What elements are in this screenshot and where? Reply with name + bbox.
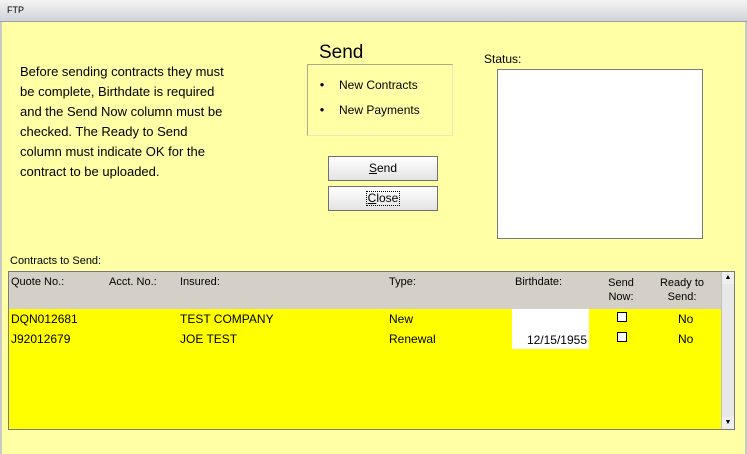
close-button[interactable]: Close bbox=[328, 186, 438, 211]
scroll-up-icon[interactable]: ▲ bbox=[722, 272, 734, 284]
cell-birthdate[interactable]: 12/15/1955 bbox=[512, 329, 589, 349]
window-border-left bbox=[0, 22, 2, 454]
close-button-label: lose bbox=[376, 191, 399, 205]
instructions-line: checked. The Ready to Send bbox=[20, 124, 188, 139]
column-header-insured[interactable]: Insured: bbox=[180, 276, 220, 288]
header-line: Ready to bbox=[659, 277, 705, 289]
header-line: Now: bbox=[608, 291, 634, 303]
column-header-ready[interactable]: Ready to Send: bbox=[653, 276, 711, 304]
radio-label: New Contracts bbox=[339, 78, 418, 92]
cell-insured[interactable]: JOE TEST bbox=[180, 332, 237, 346]
cell-ready: No bbox=[678, 332, 694, 346]
instructions-line: Before sending contracts they must bbox=[20, 64, 224, 79]
column-header-send-now[interactable]: Send Now: bbox=[601, 276, 641, 304]
instructions-text: Before sending contracts they must be co… bbox=[20, 62, 270, 182]
cell-quote[interactable]: DQN012681 bbox=[11, 312, 78, 326]
scroll-down-icon[interactable]: ▼ bbox=[722, 417, 734, 429]
instructions-line: contract to be uploaded. bbox=[20, 164, 160, 179]
instructions-line: column must indicate OK for the bbox=[20, 144, 205, 159]
radio-label: New Payments bbox=[339, 103, 420, 117]
birthdate-value: 12/15/1955 bbox=[526, 333, 587, 347]
send-groupbox bbox=[307, 64, 453, 136]
radio-new-contracts[interactable]: ● New Contracts bbox=[318, 78, 418, 92]
cell-type[interactable]: Renewal bbox=[389, 332, 436, 346]
send-button-label: end bbox=[376, 161, 398, 175]
table-row[interactable]: DQN012681 TEST COMPANY New No bbox=[9, 309, 722, 329]
vertical-scrollbar[interactable]: ▲ ▼ bbox=[721, 272, 734, 429]
grid-header: Quote No.: Acct. No.: Insured: Type: Bir… bbox=[9, 272, 722, 309]
cell-insured[interactable]: TEST COMPANY bbox=[180, 312, 274, 326]
column-header-acct[interactable]: Acct. No.: bbox=[109, 276, 157, 288]
send-now-checkbox[interactable] bbox=[617, 312, 627, 322]
cell-type[interactable]: New bbox=[389, 312, 413, 326]
instructions-line: be complete, Birthdate is required bbox=[20, 84, 215, 99]
table-row[interactable]: J92012679 JOE TEST Renewal 12/15/1955 No bbox=[9, 329, 722, 349]
header-line: Send bbox=[608, 277, 634, 289]
radio-new-payments[interactable]: ● New Payments bbox=[318, 103, 420, 117]
column-header-quote[interactable]: Quote No.: bbox=[11, 276, 64, 288]
window-title: FTP bbox=[7, 5, 24, 15]
radio-selected-icon: ● bbox=[319, 105, 325, 114]
contracts-grid[interactable]: Quote No.: Acct. No.: Insured: Type: Bir… bbox=[8, 271, 735, 430]
send-button[interactable]: Send bbox=[328, 156, 438, 181]
status-textbox[interactable] bbox=[497, 69, 703, 239]
send-now-checkbox[interactable] bbox=[617, 332, 627, 342]
radio-selected-icon: ● bbox=[319, 80, 325, 89]
column-header-birthdate[interactable]: Birthdate: bbox=[515, 276, 562, 288]
cell-ready: No bbox=[678, 312, 694, 326]
header-line: Send: bbox=[667, 291, 697, 303]
instructions-line: and the Send Now column must be bbox=[20, 104, 223, 119]
status-label: Status: bbox=[484, 52, 522, 66]
column-header-type[interactable]: Type: bbox=[389, 276, 416, 288]
send-button-mnemonic: S bbox=[368, 161, 377, 175]
title-bar: FTP bbox=[0, 0, 747, 22]
contracts-label: Contracts to Send: bbox=[10, 255, 102, 267]
send-group-title: Send bbox=[319, 42, 364, 63]
cell-birthdate[interactable] bbox=[512, 309, 589, 329]
cell-quote[interactable]: J92012679 bbox=[11, 332, 70, 346]
